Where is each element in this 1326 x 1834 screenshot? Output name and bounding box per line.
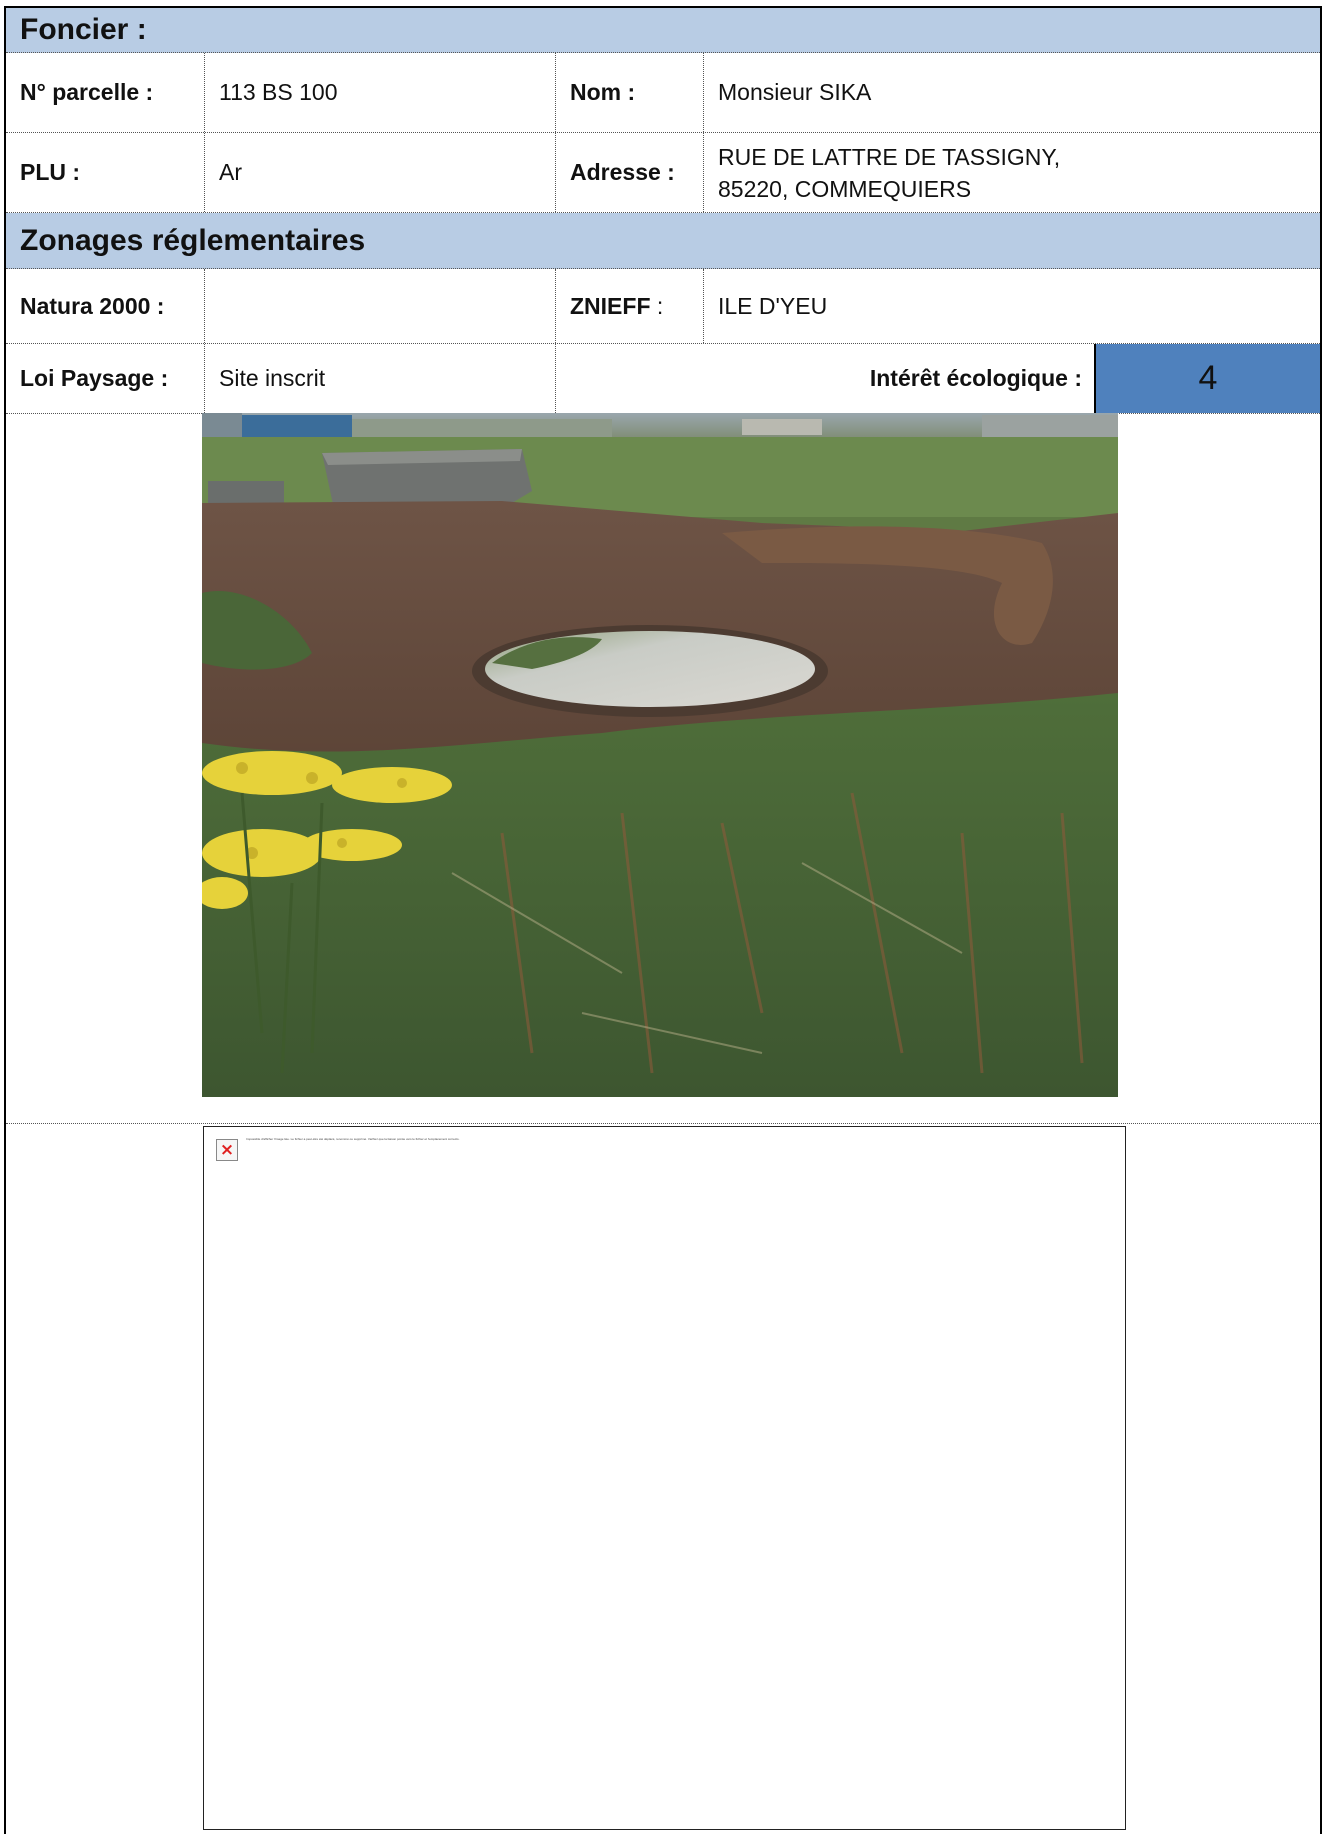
adresse-label: Adresse : [555, 133, 703, 212]
parcelle-row: N° parcelle : 113 BS 100 Nom : Monsieur … [6, 53, 1320, 133]
nom-value: Monsieur SIKA [703, 53, 1320, 132]
plu-label: PLU : [20, 159, 81, 185]
zonages-heading: Zonages réglementaires [20, 223, 366, 257]
adresse-line-1: RUE DE LATTRE DE TASSIGNY, [718, 143, 1061, 170]
interet-ecologique-label: Intérêt écologique : [555, 344, 1096, 413]
adresse-line-2: 85220, COMMEQUIERS [718, 175, 972, 202]
broken-image-icon: × [216, 1139, 238, 1161]
nom-label: Nom : [555, 53, 703, 132]
loi-paysage-row: Loi Paysage : Site inscrit Intérêt écolo… [6, 344, 1320, 414]
loi-paysage-value: Site inscrit [204, 344, 555, 413]
broken-image-frame: × Impossible d'afficher l'image liée. Le… [203, 1126, 1126, 1830]
loi-paysage-label: Loi Paysage : [20, 365, 169, 391]
znieff-value: ILE D'YEU [703, 269, 1320, 343]
znieff-label-text: ZNIEFF [570, 292, 651, 319]
foncier-header-band: Foncier : [6, 8, 1320, 53]
natura-value [204, 269, 555, 343]
znieff-colon: : [650, 292, 664, 319]
natura-label: Natura 2000 : [20, 292, 165, 319]
adresse-value: RUE DE LATTRE DE TASSIGNY, 85220, COMMEQ… [703, 133, 1320, 212]
foncier-heading: Foncier : [20, 13, 147, 46]
parcelle-label: N° parcelle : [20, 79, 154, 105]
znieff-label: ZNIEFF : [555, 269, 703, 343]
interet-ecologique-score: 4 [1094, 344, 1320, 413]
parcelle-value: 113 BS 100 [204, 53, 555, 132]
plu-value: Ar [204, 133, 555, 212]
broken-image-message: Impossible d'afficher l'image liée. Le f… [246, 1137, 460, 1141]
zonages-header-band: Zonages réglementaires [6, 213, 1320, 269]
natura-row: Natura 2000 : ZNIEFF : ILE D'YEU [6, 269, 1320, 344]
plu-row: PLU : Ar Adresse : RUE DE LATTRE DE TASS… [6, 133, 1320, 213]
site-photo-pond [202, 413, 1118, 1097]
